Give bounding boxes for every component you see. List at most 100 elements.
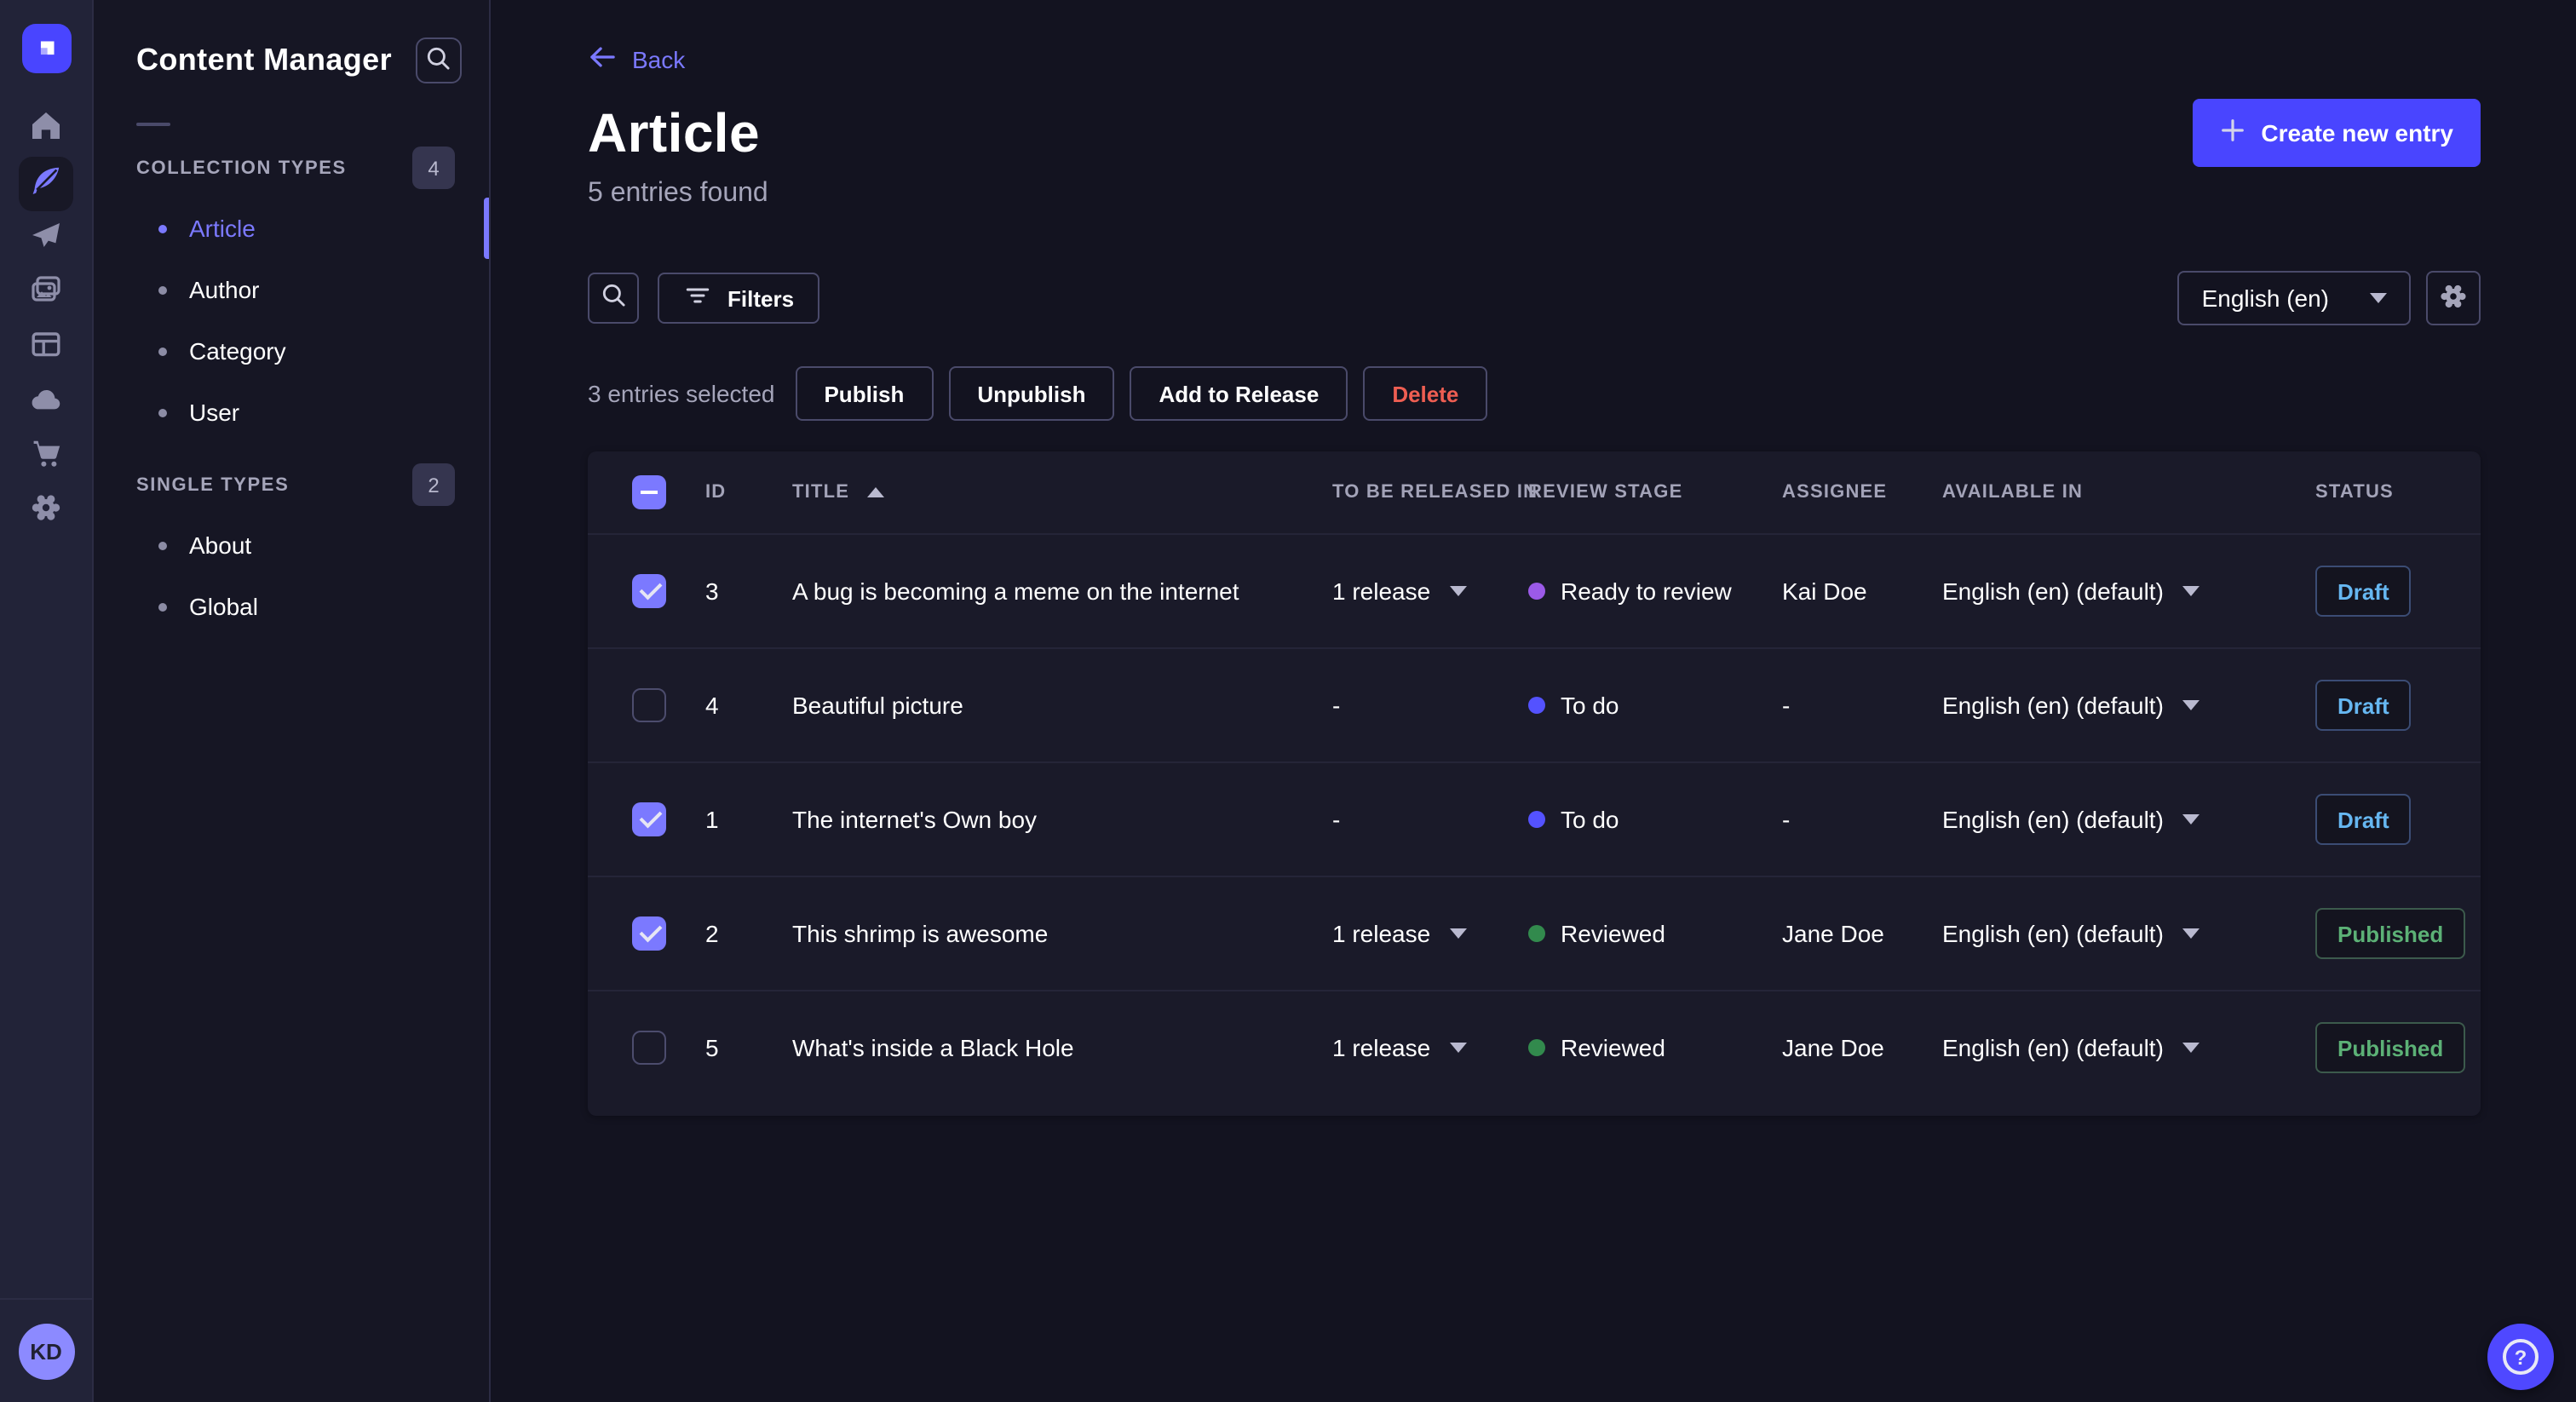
row-assignee: Kai Doe [1782, 577, 1867, 605]
chevron-down-icon [1449, 586, 1467, 596]
rail-item-media-library[interactable] [19, 266, 73, 320]
row-locale-dropdown[interactable]: English (en) (default) [1934, 577, 2307, 605]
column-header-title[interactable]: TITLE [784, 482, 1324, 503]
row-release-dropdown[interactable]: 1 release [1324, 920, 1520, 947]
row-checkbox[interactable] [632, 916, 666, 951]
unpublish-button[interactable]: Unpublish [948, 366, 1115, 421]
view-settings-button[interactable] [2426, 271, 2481, 325]
sidebar-item-global[interactable]: Global [94, 576, 489, 637]
row-review-stage: To do [1520, 806, 1774, 833]
rail-item-content-type-builder[interactable] [19, 320, 73, 375]
sidebar-item-label: Author [189, 276, 260, 303]
row-id: 4 [705, 692, 719, 719]
rail-item-home[interactable] [19, 102, 73, 157]
row-release: - [1324, 692, 1520, 719]
sidebar-divider [136, 123, 170, 126]
back-label: Back [632, 46, 686, 73]
row-status-cell: Draft [2307, 566, 2481, 617]
create-new-entry-button[interactable]: Create new entry [2193, 99, 2481, 167]
row-locale-dropdown[interactable]: English (en) (default) [1934, 692, 2307, 719]
feather-icon [29, 163, 63, 205]
images-icon [29, 272, 63, 314]
help-button[interactable]: ? [2487, 1324, 2554, 1390]
select-all-checkbox[interactable] [632, 475, 666, 509]
sidebar-item-label: Article [189, 215, 256, 242]
chevron-down-icon [1449, 1043, 1467, 1053]
column-header-id[interactable]: ID [697, 482, 784, 503]
avatar-initials: KD [30, 1339, 62, 1365]
rail-item-content-manager[interactable] [19, 157, 73, 211]
rail-item-marketplace[interactable] [19, 429, 73, 484]
row-locale-dropdown[interactable]: English (en) (default) [1934, 806, 2307, 833]
table-row[interactable]: 4 Beautiful picture - To do - English (en) (d… [588, 647, 2481, 761]
cart-icon [29, 435, 63, 478]
selection-summary: 3 entries selected [588, 380, 775, 407]
nav-section-label: COLLECTION TYPES [136, 158, 347, 178]
table-row[interactable]: 5 What's inside a Black Hole 1 release Revi… [588, 990, 2481, 1104]
paper-plane-icon [29, 217, 63, 260]
column-header-assignee[interactable]: ASSIGNEE [1774, 482, 1934, 503]
stage-value: To do [1561, 692, 1619, 719]
stage-dot-icon [1528, 925, 1545, 942]
release-value: - [1332, 692, 1341, 719]
locale-select[interactable]: English (en) [2177, 271, 2411, 325]
bullet-icon [158, 602, 167, 611]
rail-divider [0, 1298, 93, 1300]
chevron-down-icon [2182, 1043, 2199, 1053]
row-title: A bug is becoming a meme on the internet [792, 577, 1239, 605]
row-id: 5 [705, 1034, 719, 1061]
chevron-down-icon [2182, 928, 2199, 939]
release-value: 1 release [1332, 1034, 1431, 1061]
column-header-available[interactable]: AVAILABLE IN [1934, 482, 2307, 503]
rail-item-releases[interactable] [19, 211, 73, 266]
stage-dot-icon [1528, 1039, 1545, 1056]
row-title: Beautiful picture [792, 692, 963, 719]
list-search-button[interactable] [588, 273, 639, 324]
row-review-stage: Reviewed [1520, 1034, 1774, 1061]
row-release-dropdown[interactable]: 1 release [1324, 577, 1520, 605]
row-checkbox[interactable] [632, 688, 666, 722]
strapi-logo-icon[interactable] [21, 24, 71, 73]
status-badge: Draft [2315, 794, 2412, 845]
locale-value: English (en) (default) [1942, 692, 2164, 719]
chevron-down-icon [2182, 700, 2199, 710]
sidebar-item-author[interactable]: Author [94, 259, 489, 320]
column-header-stage[interactable]: REVIEW STAGE [1520, 482, 1774, 503]
gear-icon [2438, 280, 2469, 316]
row-checkbox[interactable] [632, 802, 666, 836]
table-row[interactable]: 3 A bug is becoming a meme on the interne… [588, 533, 2481, 647]
table-row[interactable]: 2 This shrimp is awesome 1 release Reviewed… [588, 876, 2481, 990]
row-status-cell: Published [2307, 908, 2481, 959]
table-row[interactable]: 1 The internet's Own boy - To do - English (e… [588, 761, 2481, 876]
sidebar-item-about[interactable]: About [94, 514, 489, 576]
sidebar-search-button[interactable] [416, 37, 462, 83]
row-checkbox[interactable] [632, 1031, 666, 1065]
sidebar-item-category[interactable]: Category [94, 320, 489, 382]
back-link[interactable]: Back [588, 44, 685, 75]
delete-button[interactable]: Delete [1363, 366, 1488, 421]
nav-list: About Global [94, 514, 489, 637]
sidebar-item-user[interactable]: User [94, 382, 489, 443]
row-release-dropdown[interactable]: 1 release [1324, 1034, 1520, 1061]
entries-count: 5 entries found [588, 179, 768, 208]
sidebar-item-label: About [189, 531, 252, 559]
row-status-cell: Draft [2307, 680, 2481, 731]
publish-button[interactable]: Publish [795, 366, 934, 421]
add-to-release-button[interactable]: Add to Release [1130, 366, 1348, 421]
column-header-status[interactable]: STATUS [2307, 482, 2481, 503]
sidebar-item-article[interactable]: Article [94, 198, 489, 259]
avatar[interactable]: KD [18, 1324, 74, 1380]
column-header-released[interactable]: TO BE RELEASED IN [1324, 482, 1537, 503]
row-review-stage: Ready to review [1520, 577, 1774, 605]
filter-icon [683, 281, 712, 315]
rail-item-deploy[interactable] [19, 375, 73, 429]
chevron-down-icon [2182, 586, 2199, 596]
bullet-icon [158, 541, 167, 549]
bullet-icon [158, 224, 167, 233]
row-locale-dropdown[interactable]: English (en) (default) [1934, 920, 2307, 947]
row-checkbox[interactable] [632, 574, 666, 608]
row-locale-dropdown[interactable]: English (en) (default) [1934, 1034, 2307, 1061]
nav-section-count-badge: 4 [412, 147, 455, 189]
rail-item-settings[interactable] [19, 484, 73, 538]
filters-button[interactable]: Filters [658, 273, 820, 324]
